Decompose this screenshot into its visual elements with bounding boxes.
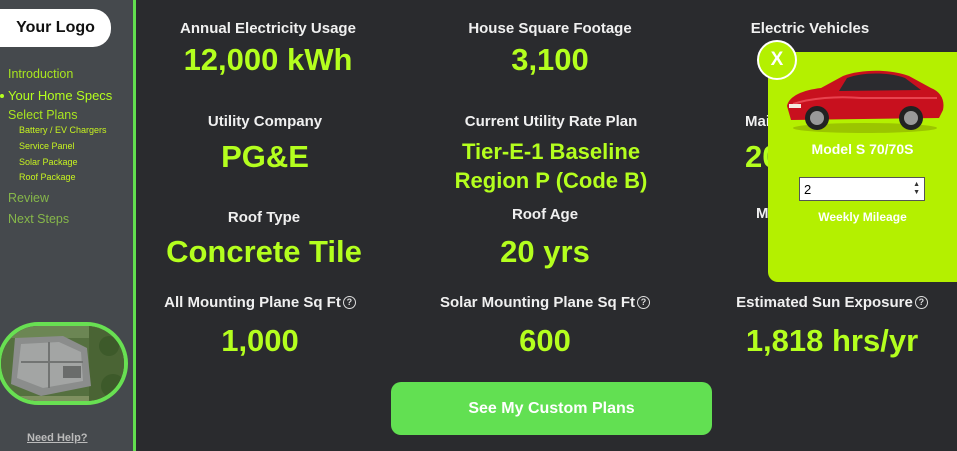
stat-all-mounting-plane: All Mounting Plane Sq Ft? 1,000 [140, 294, 380, 356]
stat-label: All Mounting Plane Sq Ft? [140, 294, 380, 311]
car-model-name: Model S 70/70S [811, 141, 914, 157]
stat-value: PG&E [221, 139, 309, 174]
stat-sun-exposure: Estimated Sun Exposure? 1,818 hrs/yr [712, 294, 952, 356]
ev-selection-popup: Model S 70/70S ▲▼ Weekly Mileage [768, 52, 957, 282]
number-spinner-icon[interactable]: ▲ ▼ [913, 181, 920, 197]
close-icon[interactable]: X [757, 40, 797, 80]
stat-label-text: Solar Mounting Plane Sq Ft [440, 294, 635, 311]
weekly-mileage-field[interactable] [800, 179, 908, 199]
stat-value-line1: Tier-E-1 Baseline [461, 139, 641, 164]
stat-label: Estimated Sun Exposure? [712, 294, 952, 311]
stat-roof-age: Roof Age 20 yrs [425, 206, 665, 267]
stat-label: Solar Mounting Plane Sq Ft? [425, 294, 665, 311]
subnav-solar-package[interactable]: Solar Package [19, 155, 112, 171]
stat-label-text: All Mounting Plane Sq Ft [164, 294, 341, 311]
car-image [787, 70, 944, 133]
sidebar: Your Logo Introduction Your Home Specs S… [0, 0, 136, 451]
stat-label-text: Estimated Sun Exposure [736, 294, 913, 311]
help-icon[interactable]: ? [342, 296, 356, 309]
stat-utility-rate-plan: Current Utility Rate Plan Tier-E-1 Basel… [401, 113, 701, 192]
stat-value: 12,000 kWh [183, 42, 353, 77]
aerial-house-image [1, 326, 124, 401]
stat-house-sqft: House Square Footage 3,100 [430, 20, 670, 75]
stat-value: Concrete Tile [166, 234, 362, 269]
help-icon[interactable]: ? [914, 296, 928, 309]
stat-value: 600 [519, 323, 571, 358]
stat-value: 20 yrs [500, 234, 590, 269]
stat-label: Electric Vehicles [750, 20, 870, 37]
subnav-service-panel[interactable]: Service Panel [19, 139, 112, 155]
stat-value: 1,818 hrs/yr [745, 323, 919, 358]
logo[interactable]: Your Logo [0, 9, 111, 47]
sidebar-nav: Introduction Your Home Specs Select Plan… [0, 64, 112, 230]
stat-value-line2: Region P (Code B) [454, 168, 648, 193]
stat-value: 1,000 [221, 323, 299, 358]
stat-label: Current Utility Rate Plan [464, 113, 638, 130]
stat-utility-company: Utility Company PG&E [145, 113, 385, 172]
weekly-mileage-input[interactable]: ▲▼ [799, 177, 925, 201]
stat-value: 3,100 [511, 42, 589, 77]
stat-annual-electricity: Annual Electricity Usage 12,000 kWh [148, 20, 388, 75]
aerial-map-thumbnail[interactable] [0, 322, 128, 405]
subnav-battery-ev[interactable]: Battery / EV Chargers [19, 123, 112, 139]
stat-label: Utility Company [207, 113, 323, 130]
need-help-link[interactable]: Need Help? [27, 432, 88, 444]
nav-your-home-specs[interactable]: Your Home Specs [0, 85, 112, 106]
nav-introduction[interactable]: Introduction [8, 64, 112, 85]
stat-electric-vehicles: Electric Vehicles [700, 20, 920, 37]
stat-label: House Square Footage [468, 20, 632, 37]
stat-solar-mounting-plane: Solar Mounting Plane Sq Ft? 600 [425, 294, 665, 356]
nav-review[interactable]: Review [8, 188, 112, 209]
stat-roof-type: Roof Type Concrete Tile [144, 209, 384, 267]
nav-select-plans[interactable]: Select Plans [8, 106, 112, 124]
stat-label: Annual Electricity Usage [180, 20, 356, 37]
nav-next-steps[interactable]: Next Steps [8, 209, 112, 230]
see-custom-plans-button[interactable]: See My Custom Plans [391, 382, 712, 435]
weekly-mileage-label: Weekly Mileage [818, 210, 907, 224]
help-icon[interactable]: ? [637, 296, 650, 309]
stat-label: Roof Type [227, 209, 301, 226]
select-plans-subnav: Battery / EV Chargers Service Panel Sola… [19, 123, 112, 186]
stat-label: Roof Age [511, 206, 579, 223]
subnav-roof-package[interactable]: Roof Package [19, 170, 112, 186]
